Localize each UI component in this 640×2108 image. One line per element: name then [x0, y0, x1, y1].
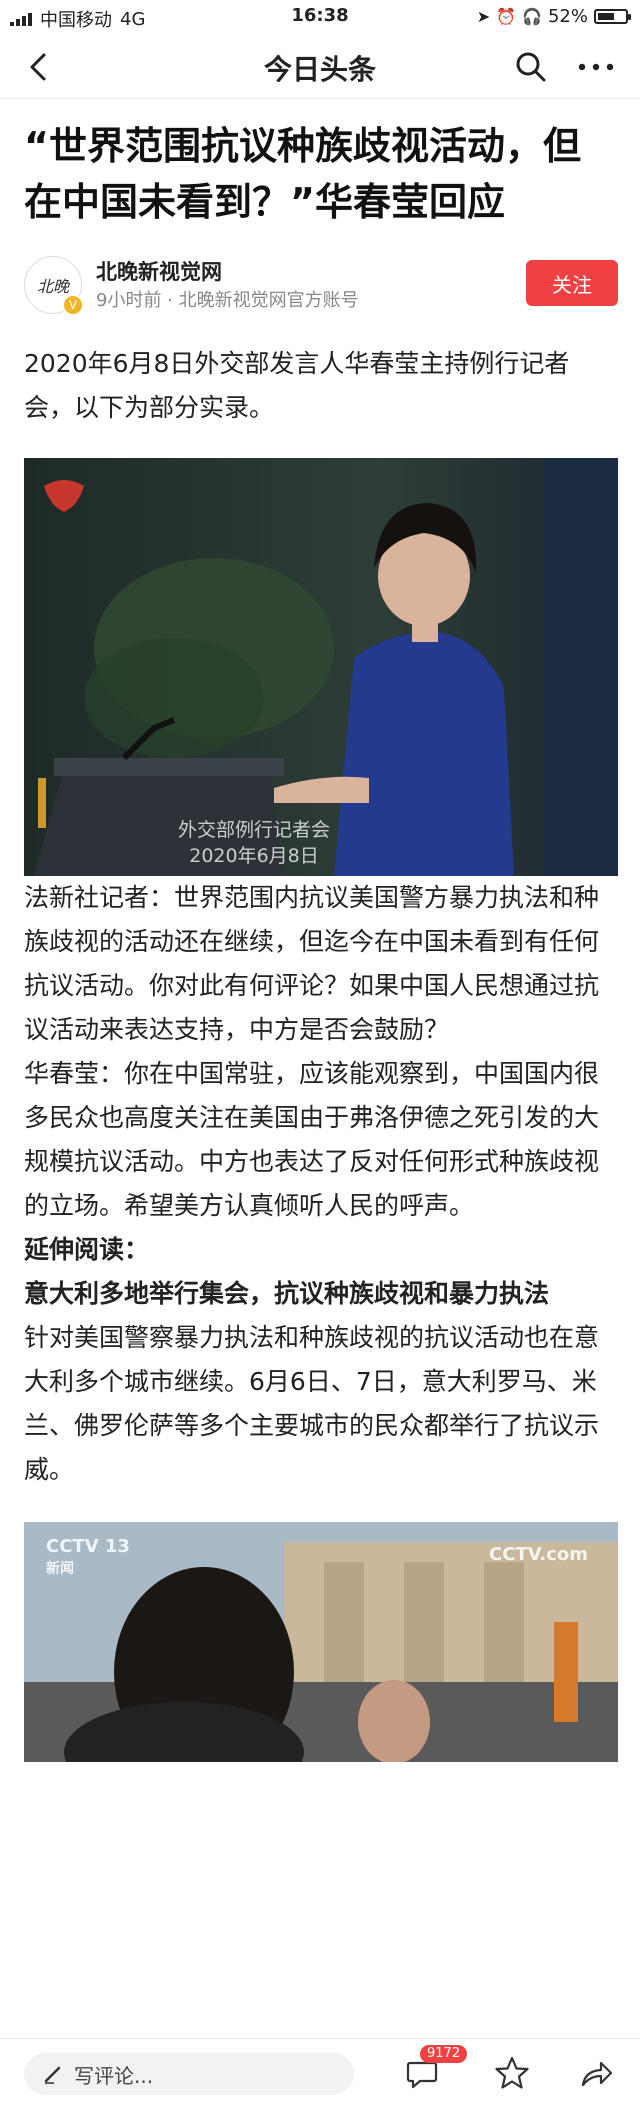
protest-photo[interactable]: CCTV 13 新闻 CCTV.com [24, 1522, 618, 1762]
sub-article-heading: 意大利多地举行集会，抗议种族歧视和暴力执法 [24, 1279, 550, 1308]
press-conference-photo[interactable]: 外交部例行记者会 2020年6月8日 [24, 458, 618, 876]
author-meta: 9小时前 · 北晚新视觉网官方账号 [96, 290, 359, 311]
pen-icon [44, 2066, 61, 2084]
article: “世界范围抗议种族歧视活动，但在中国未看到？”华春莹回应 北晚 V 北晚新视觉网… [24, 118, 618, 1762]
cctv-logo-left: CCTV 13 新闻 [46, 1536, 130, 1577]
article-title: “世界范围抗议种族歧视活动，但在中国未看到？”华春莹回应 [24, 124, 581, 224]
battery-icon [594, 9, 631, 24]
photo-caption-line2: 2020年6月8日 [189, 845, 319, 867]
press-conference-illustration [24, 458, 618, 876]
sub-article-paragraph: 针对美国警察暴力执法和种族歧视的抗议活动也在意大利多个城市继续。6月6日、7日，… [24, 1323, 600, 1484]
battery-percent: 52% [547, 6, 588, 27]
photo-caption-line1: 外交部例行记者会 [177, 819, 330, 841]
alarm-icon: ⏰ [496, 7, 517, 26]
headphones-icon: 🎧 [522, 7, 542, 26]
nav-bar: 今日头条 [0, 34, 640, 99]
more-dots-icon[interactable] [576, 50, 616, 84]
verified-badge-icon: V [62, 294, 84, 316]
location-icon: ➤ [476, 7, 491, 26]
bottom-bar: 写评论... 9172 [0, 2038, 640, 2108]
share-icon[interactable] [578, 2055, 614, 2091]
status-bar: 中国移动 4G 16:38 ➤ ⏰ 🎧 52% [0, 0, 640, 34]
avatar-logo-text: 北晚 [36, 277, 69, 296]
author-name[interactable]: 北晚新视觉网 [96, 256, 222, 286]
intro-paragraph: 2020年6月8日外交部发言人华春莹主持例行记者会，以下为部分实录。 [24, 349, 570, 422]
comment-count-badge: 9172 [420, 2045, 468, 2063]
answer-paragraph: 华春莹：你在中国常驻，应该能观察到，中国国内很多民众也高度关注在美国由于弗洛伊德… [24, 1059, 600, 1220]
comment-placeholder: 写评论... [74, 2063, 154, 2088]
comment-input[interactable]: 写评论... [24, 2053, 354, 2095]
extended-reading-heading: 延伸阅读： [24, 1235, 150, 1264]
question-paragraph: 法新社记者：世界范围内抗议美国警方暴力执法和种族歧视的活动还在继续，但迄今在中国… [24, 883, 600, 1044]
cctv-logo-right: CCTV.com [489, 1544, 588, 1565]
star-icon[interactable] [494, 2055, 530, 2091]
follow-button[interactable]: 关注 [526, 260, 618, 306]
status-right: ➤ ⏰ 🎧 52% [476, 6, 631, 27]
search-icon[interactable] [514, 50, 548, 84]
author-row: 北晚 V 北晚新视觉网 9小时前 · 北晚新视觉网官方账号 关注 [24, 252, 618, 318]
